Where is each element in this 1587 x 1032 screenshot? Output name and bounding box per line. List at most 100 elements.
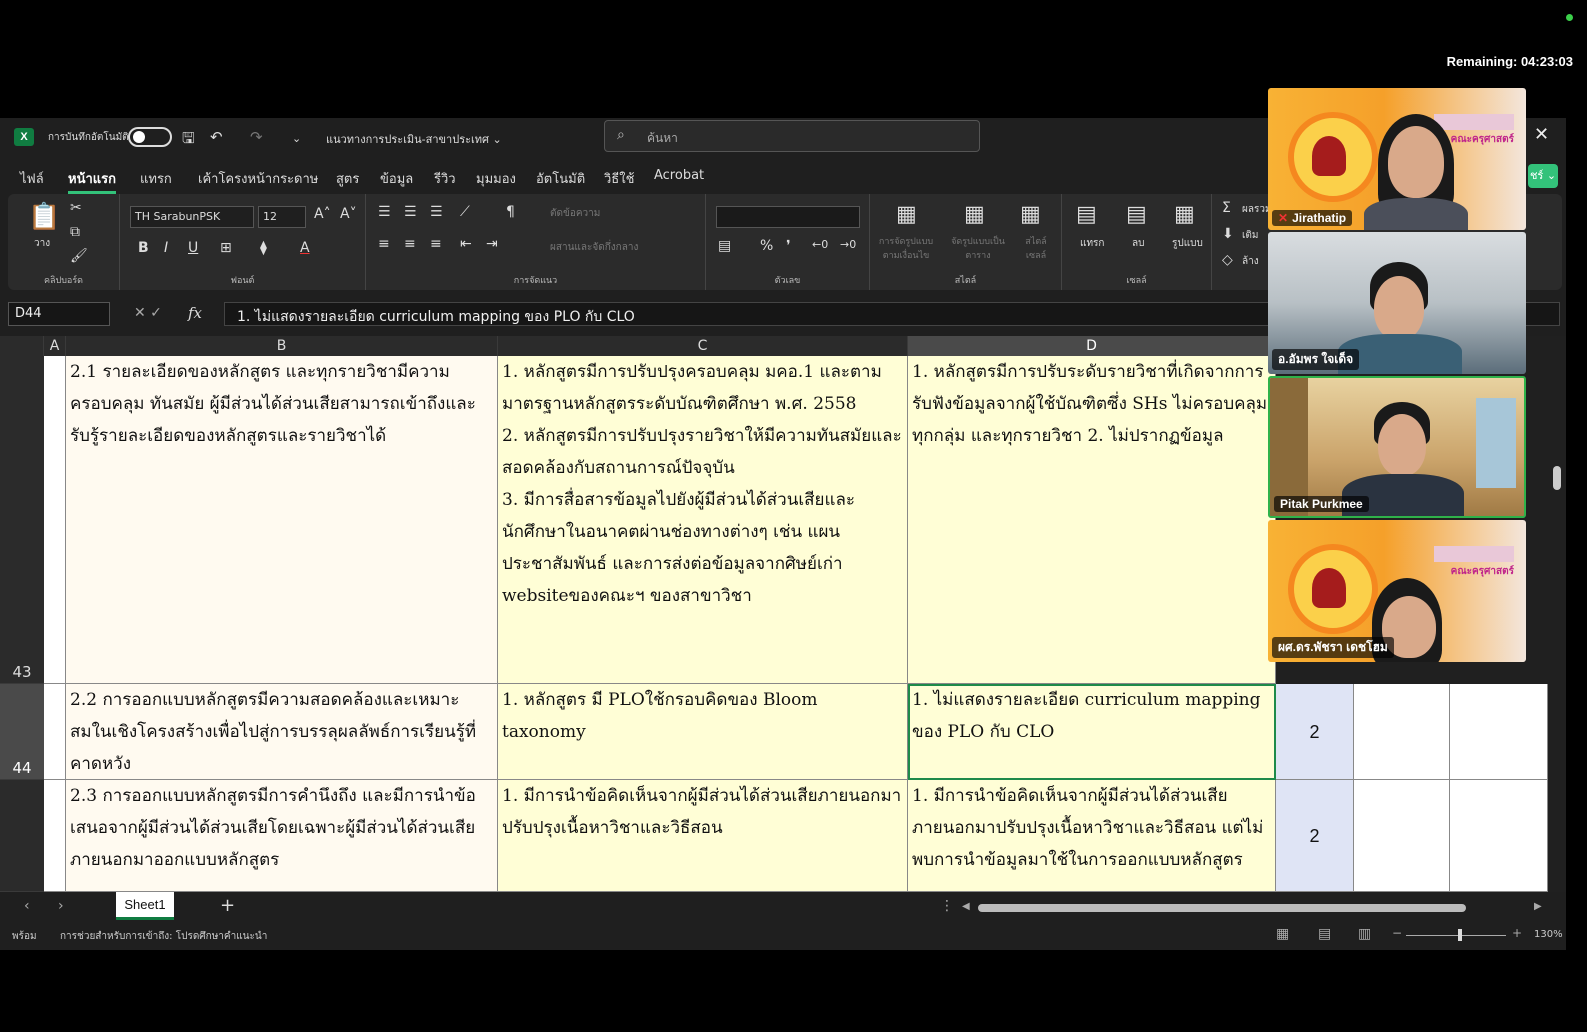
cell-f44[interactable]: [1354, 684, 1450, 780]
format-cells-label[interactable]: รูปแบบ: [1172, 236, 1203, 251]
percent-icon[interactable]: %: [760, 238, 773, 254]
align-right-icon[interactable]: ≡: [430, 236, 442, 252]
cell-g45[interactable]: [1450, 780, 1548, 892]
delete-cells-label[interactable]: ลบ: [1132, 236, 1144, 251]
bold-icon[interactable]: B: [138, 240, 149, 256]
share-button[interactable]: ชร์ ⌄: [1528, 164, 1558, 188]
horizontal-scrollbar[interactable]: [978, 904, 1466, 912]
next-sheet-icon[interactable]: ›: [58, 898, 64, 914]
decrease-indent-icon[interactable]: ⇤: [460, 236, 472, 252]
zoom-slider-track[interactable]: [1406, 935, 1506, 936]
increase-indent-icon[interactable]: ⇥: [486, 236, 498, 252]
select-all-corner[interactable]: [0, 336, 44, 356]
sheet-tab-sheet1[interactable]: Sheet1: [116, 892, 174, 920]
tab-help[interactable]: วิธีใช้: [604, 168, 634, 189]
customize-qat-icon[interactable]: ⌄: [292, 132, 301, 145]
cell-b43[interactable]: 2.1 รายละเอียดของหลักสูตร และทุกรายวิชาม…: [66, 356, 498, 684]
tab-acrobat[interactable]: Acrobat: [654, 168, 704, 183]
cell-a44[interactable]: [44, 684, 66, 780]
align-left-icon[interactable]: ≡: [378, 236, 390, 252]
row-header-45[interactable]: [0, 780, 44, 892]
cell-a43[interactable]: [44, 356, 66, 684]
format-table-icon[interactable]: ▦: [964, 202, 985, 227]
cell-e44-score[interactable]: 2: [1276, 684, 1354, 780]
cell-c44[interactable]: 1. หลักสูตร มี PLOใช้กรอบคิดของ Bloom ta…: [498, 684, 908, 780]
fill-label[interactable]: เติม: [1242, 228, 1259, 243]
prev-sheet-icon[interactable]: ‹: [24, 898, 30, 914]
font-color-icon[interactable]: A: [300, 240, 310, 256]
cell-b45[interactable]: 2.3 การออกแบบหลักสูตรมีการคำนึงถึง และมี…: [66, 780, 498, 892]
participant-video-1[interactable]: คณะครุศาสตร์ ✕ Jirathatip: [1268, 88, 1526, 230]
normal-view-icon[interactable]: ▦: [1276, 926, 1289, 942]
column-header-d[interactable]: D: [908, 336, 1276, 356]
cell-styles-icon[interactable]: ▦: [1020, 202, 1041, 227]
scroll-right-icon[interactable]: ▶: [1534, 901, 1542, 912]
participant-video-2[interactable]: อ.อัมพร ใจเด็จ: [1268, 232, 1526, 374]
cell-g44[interactable]: [1450, 684, 1548, 780]
conditional-format-icon[interactable]: ▦: [896, 202, 917, 227]
cell-d44-active[interactable]: 1. ไม่แสดงรายละเอียด curriculum mapping …: [908, 684, 1276, 780]
save-icon[interactable]: 🖫: [182, 128, 195, 153]
insert-cells-icon[interactable]: ▤: [1076, 202, 1097, 227]
cell-a45[interactable]: [44, 780, 66, 892]
column-header-b[interactable]: B: [66, 336, 498, 356]
autosum-icon[interactable]: Σ: [1222, 200, 1231, 216]
autosave-toggle[interactable]: [128, 127, 172, 147]
format-table-label[interactable]: จัดรูปแบบเป็นตาราง: [950, 234, 1006, 262]
number-format-select[interactable]: [716, 206, 860, 228]
scroll-left-icon[interactable]: ◀: [962, 901, 970, 912]
wrap-text-button[interactable]: ตัดข้อความ: [550, 206, 600, 221]
tab-review[interactable]: รีวิว: [434, 168, 456, 189]
align-middle-icon[interactable]: ☰: [404, 204, 417, 220]
font-size-select[interactable]: 12: [258, 206, 306, 228]
vertical-scroll-thumb[interactable]: [1553, 466, 1561, 490]
zoom-in-icon[interactable]: +: [1512, 926, 1522, 940]
redo-icon[interactable]: ↷: [250, 128, 263, 146]
cell-e45-score[interactable]: 2: [1276, 780, 1354, 892]
clear-icon[interactable]: ◇: [1222, 252, 1233, 268]
align-center-icon[interactable]: ≡: [404, 236, 416, 252]
delete-cells-icon[interactable]: ▤: [1126, 202, 1147, 227]
zoom-slider-thumb[interactable]: [1458, 929, 1462, 941]
clear-label[interactable]: ล้าง: [1242, 254, 1259, 269]
participant-video-3-active-speaker[interactable]: Pitak Purkmee: [1268, 376, 1526, 518]
accessibility-status[interactable]: การช่วยสำหรับการเข้าถึง: โปรดศึกษาคำแนะน…: [60, 929, 267, 944]
row-header-43[interactable]: 43: [0, 356, 44, 684]
cell-d45[interactable]: 1. มีการนำข้อคิดเห็นจากผู้มีส่วนได้ส่วนเ…: [908, 780, 1276, 892]
paste-icon[interactable]: 📋: [28, 202, 60, 232]
name-box[interactable]: D44: [8, 302, 110, 326]
column-header-a[interactable]: A: [44, 336, 66, 356]
tab-insert[interactable]: แทรก: [140, 168, 172, 189]
format-cells-icon[interactable]: ▦: [1174, 202, 1195, 227]
tab-file[interactable]: ไฟล์: [20, 168, 44, 189]
undo-icon[interactable]: ↶: [210, 128, 223, 146]
page-layout-view-icon[interactable]: ▤: [1318, 926, 1331, 942]
currency-icon[interactable]: ▤: [718, 238, 731, 254]
align-top-icon[interactable]: ☰: [378, 204, 391, 220]
comma-icon[interactable]: ❜: [786, 238, 791, 254]
insert-function-icon[interactable]: fx: [188, 304, 202, 322]
decrease-decimal-icon[interactable]: →0: [840, 238, 856, 251]
row-header-44[interactable]: 44: [0, 684, 44, 780]
tab-formulas[interactable]: สูตร: [336, 168, 359, 189]
increase-font-icon[interactable]: A˄: [314, 206, 331, 222]
vertical-scrollbar[interactable]: [1552, 346, 1562, 892]
format-painter-icon[interactable]: 🖌: [70, 248, 88, 264]
cancel-enter-icons[interactable]: ✕ ✓: [134, 305, 162, 321]
insert-cells-label[interactable]: แทรก: [1080, 236, 1104, 251]
zoom-level[interactable]: 130%: [1534, 929, 1563, 940]
orientation-icon[interactable]: ⟋: [460, 204, 470, 220]
zoom-out-icon[interactable]: −: [1392, 926, 1402, 940]
add-sheet-icon[interactable]: +: [220, 895, 235, 916]
fill-color-icon[interactable]: ⧫: [260, 240, 267, 256]
cell-d43[interactable]: 1. หลักสูตรมีการปรับระดับรายวิชาที่เกิดจ…: [908, 356, 1276, 684]
cell-styles-label[interactable]: สไตล์เซลล์: [1016, 234, 1056, 262]
cell-c43[interactable]: 1. หลักสูตรมีการปรับปรุงครอบคลุม มคอ.1 แ…: [498, 356, 908, 684]
rtl-icon[interactable]: ¶: [506, 204, 515, 220]
search-box[interactable]: ⌕ ค้นหา: [604, 120, 980, 152]
column-header-c[interactable]: C: [498, 336, 908, 356]
tab-page-layout[interactable]: เค้าโครงหน้ากระดาษ: [198, 168, 318, 189]
cell-c45[interactable]: 1. มีการนำข้อคิดเห็นจากผู้มีส่วนได้ส่วนเ…: [498, 780, 908, 892]
tab-view[interactable]: มุมมอง: [476, 168, 516, 189]
more-options-icon[interactable]: ⋮: [940, 898, 954, 914]
